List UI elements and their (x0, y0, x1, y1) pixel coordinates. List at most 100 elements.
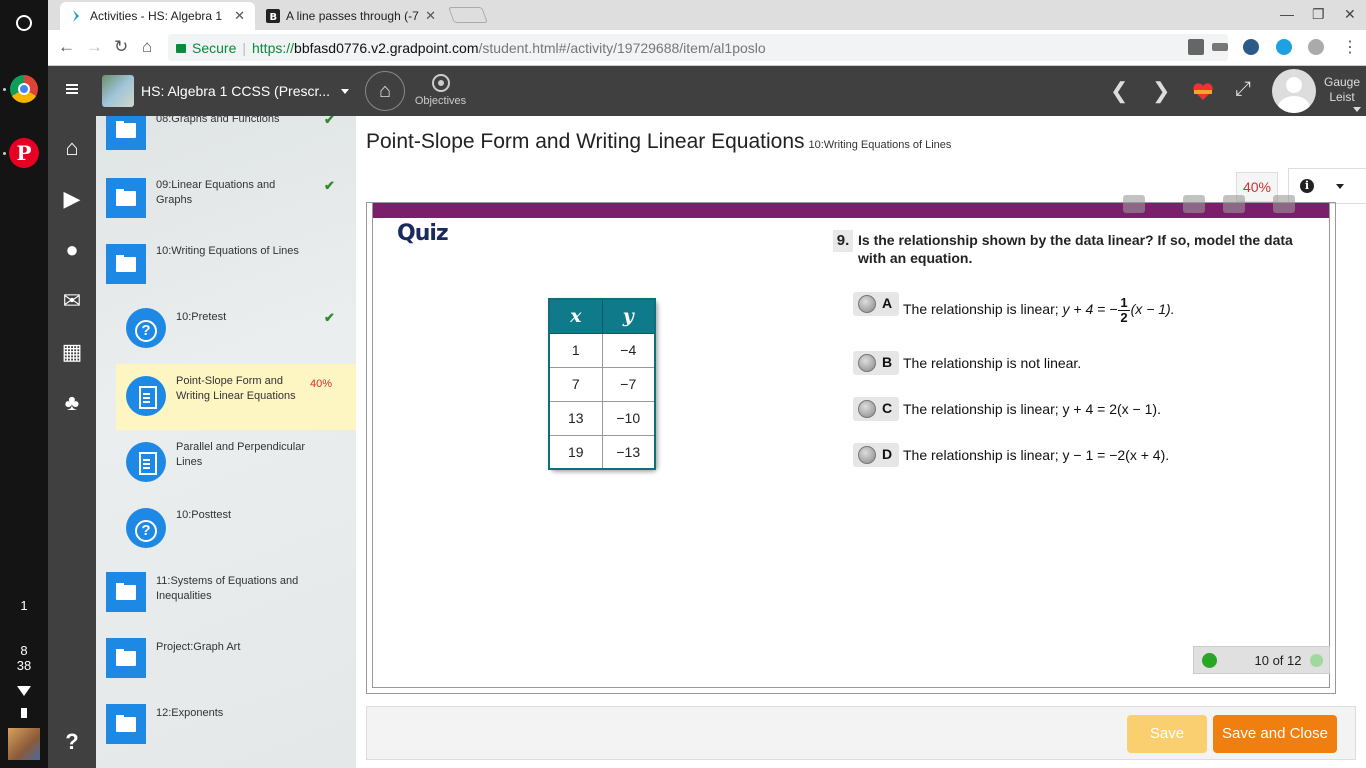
forward-icon[interactable]: → (86, 37, 103, 57)
nav-item-label: Parallel and Perpendicular Lines (176, 441, 306, 468)
choice-c-button[interactable]: C (853, 397, 899, 421)
chrome-icon[interactable] (10, 75, 38, 103)
tab-close-icon[interactable]: ✕ (234, 8, 245, 24)
radio-icon[interactable] (858, 354, 876, 372)
user-last-name: Leist (1329, 90, 1355, 104)
speaker-icon[interactable] (1202, 653, 1217, 668)
target-icon (431, 74, 450, 92)
radio-icon[interactable] (858, 295, 876, 313)
user-name[interactable]: Gauge Leist (1322, 75, 1362, 105)
profile-icon[interactable] (1308, 39, 1324, 55)
running-indicator (3, 152, 6, 155)
lesson-title: Point-Slope Form and Writing Linear Equa… (366, 130, 805, 153)
help-icon[interactable]: ? (60, 730, 84, 754)
os-user-avatar[interactable] (8, 728, 40, 760)
avatar[interactable] (1272, 69, 1316, 113)
launcher-icon[interactable] (16, 15, 32, 31)
nav-item-parallel[interactable]: Parallel and Perpendicular Lines (96, 440, 356, 486)
heart-extension-icon[interactable] (1276, 39, 1292, 55)
choice-a-button[interactable]: A (853, 292, 899, 316)
address-bar[interactable]: Secure | https://bbfasd0776.v2.gradpoint.c… (168, 34, 1228, 61)
nav-item-08[interactable]: 08:Graphs and Functions ✔ (96, 116, 356, 156)
nav-item-12[interactable]: 12:Exponents (96, 704, 356, 750)
reload-icon[interactable]: ↻ (114, 37, 128, 57)
choice-b-button[interactable]: B (853, 351, 899, 375)
tab-title: Activities - HS: Algebra 1 (90, 9, 223, 23)
nav-item-label: 11:Systems of Equations and Inequalities (156, 575, 299, 602)
next-question-icon[interactable] (1310, 654, 1323, 667)
radio-icon[interactable] (858, 400, 876, 418)
hamburger-icon[interactable] (66, 84, 78, 86)
choice-c-text: The relationship is linear; y + 4 = 2(x … (903, 401, 1161, 417)
nav-item-label: 10:Pretest (176, 311, 227, 323)
secure-label: Secure (192, 40, 237, 56)
shield-extension-icon[interactable] (1243, 39, 1259, 55)
mail-icon[interactable]: ✉ (60, 289, 84, 313)
svg-text:B: B (270, 12, 278, 23)
choice-eq-lhs: y + 4 = − (1062, 301, 1118, 318)
objectives-button[interactable]: Objectives (413, 74, 468, 107)
fullscreen-icon[interactable]: ⤢ (1235, 78, 1251, 101)
table-row: 1 −4 (548, 332, 656, 368)
pinterest-icon[interactable]: P (9, 138, 39, 168)
choice-d-text: The relationship is linear; y − 1 = −2(x… (903, 447, 1170, 463)
course-thumbnail (102, 75, 134, 107)
notification-count[interactable]: 1 (0, 598, 48, 613)
nav-item-10[interactable]: 10:Writing Equations of Lines (96, 244, 356, 290)
tab-activities[interactable]: Activities - HS: Algebra 1 ✕ (60, 2, 255, 30)
banner-decoration (1273, 195, 1295, 213)
clock[interactable]: 8 38 (0, 643, 48, 673)
tab-title: A line passes through (-7 (286, 9, 419, 23)
home-icon[interactable]: ⌂ (142, 37, 152, 57)
url-path: /student.html#/activity/19729688/item/al… (478, 40, 766, 56)
nav-item-project[interactable]: Project:Graph Art (96, 638, 356, 684)
table-row: 19 −13 (548, 434, 656, 470)
nav-item-11[interactable]: 11:Systems of Equations and Inequalities (96, 572, 356, 618)
folder-icon (106, 178, 146, 218)
home-rail-icon[interactable]: ⌂ (60, 136, 84, 160)
heart-icon[interactable] (1192, 83, 1214, 101)
user-menu-caret-icon[interactable] (1353, 107, 1361, 112)
app-header: HS: Algebra 1 CCSS (Prescr... ⌂ Objectiv… (48, 66, 1366, 116)
window-close-icon[interactable]: ✕ (1344, 6, 1356, 23)
nav-item-point-slope[interactable]: Point-Slope Form and Writing Linear Equa… (116, 364, 356, 430)
previous-icon[interactable]: ❮ (1110, 78, 1128, 104)
choice-letter: D (882, 446, 893, 462)
lesson-icon (126, 442, 166, 482)
menu-icon[interactable]: ⋮ (1342, 37, 1358, 57)
next-icon[interactable]: ❯ (1152, 78, 1170, 104)
apple-icon[interactable]: ♣ (60, 391, 84, 415)
course-title[interactable]: HS: Algebra 1 CCSS (Prescr... (141, 83, 341, 99)
back-icon[interactable]: ← (58, 37, 75, 57)
save-and-close-button[interactable]: Save and Close (1213, 715, 1337, 753)
quiz-icon: ? (126, 308, 166, 348)
running-indicator (3, 88, 6, 91)
new-tab-button[interactable] (448, 7, 488, 23)
folder-icon (106, 572, 146, 612)
tab-line-passes[interactable]: B A line passes through (-7 ✕ (256, 2, 446, 30)
extension-puzzle-icon[interactable] (1188, 39, 1204, 55)
folder-icon (106, 704, 146, 744)
radio-icon[interactable] (858, 446, 876, 464)
calendar-icon[interactable]: ▦ (60, 340, 84, 364)
key-icon[interactable] (1212, 43, 1228, 51)
info-dropdown[interactable]: i (1288, 168, 1366, 204)
url-host: bbfasd0776.v2.gradpoint.com (294, 40, 479, 56)
nav-item-progress: 40% (310, 378, 333, 390)
question-number: 9. (833, 230, 853, 252)
palette-icon[interactable]: ● (60, 238, 84, 262)
minimize-icon[interactable]: — (1280, 6, 1294, 22)
save-button[interactable]: Save (1127, 715, 1207, 753)
os-shelf: P 1 8 38 (0, 0, 48, 768)
nav-item-posttest[interactable]: ? 10:Posttest (96, 506, 356, 552)
folder-icon (106, 638, 146, 678)
tab-close-icon[interactable]: ✕ (425, 8, 436, 24)
nav-item-label: 08:Graphs and Functions (156, 116, 280, 125)
home-button[interactable]: ⌂ (365, 71, 405, 111)
nav-item-pretest[interactable]: ? 10:Pretest ✔ (96, 308, 356, 354)
play-icon[interactable]: ▶ (60, 187, 84, 211)
restore-icon[interactable]: ❐ (1312, 6, 1325, 23)
nav-item-09[interactable]: 09:Linear Equations and Graphs ✔ (96, 178, 356, 224)
chevron-down-icon[interactable] (341, 89, 349, 94)
choice-d-button[interactable]: D (853, 443, 899, 467)
